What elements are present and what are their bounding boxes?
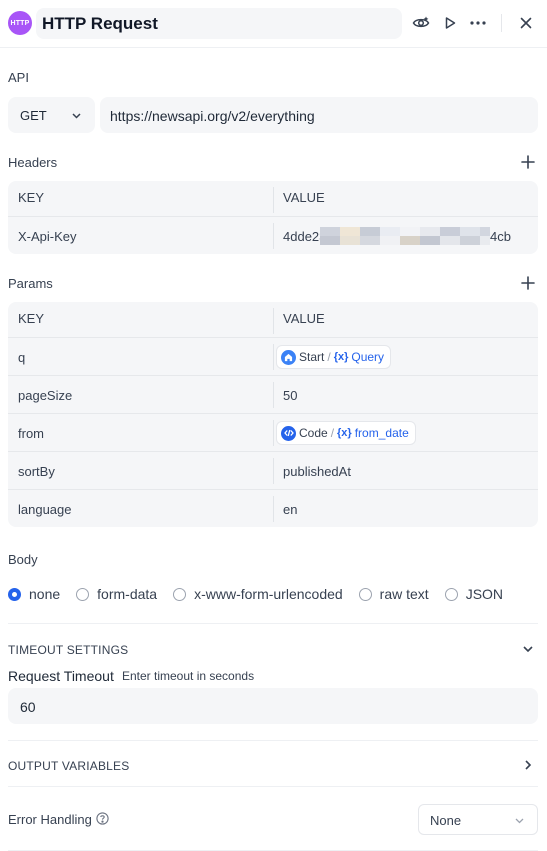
param-key-cell[interactable]: pageSize bbox=[18, 388, 72, 403]
radio-x-www-form-urlencoded[interactable]: x-www-form-urlencoded bbox=[173, 586, 343, 602]
node-title-field[interactable]: HTTP Request bbox=[36, 8, 402, 39]
params-table-head: KEY VALUE bbox=[8, 302, 538, 337]
column-divider bbox=[273, 420, 274, 446]
params-key-column: KEY bbox=[18, 311, 45, 326]
radio-none[interactable]: none bbox=[8, 586, 60, 602]
radio-unselected-icon bbox=[76, 587, 90, 601]
error-handling-label: Error Handling bbox=[8, 812, 92, 827]
radio-label: form-data bbox=[97, 586, 158, 602]
table-row: language en bbox=[8, 489, 538, 527]
radio-unselected-icon bbox=[173, 587, 187, 601]
table-row: pageSize 50 bbox=[8, 375, 538, 413]
chevron-right-icon[interactable] bbox=[519, 756, 537, 774]
masked-value-pixels bbox=[320, 225, 495, 245]
radio-json[interactable]: JSON bbox=[444, 586, 504, 602]
chip-separator: / bbox=[330, 426, 335, 440]
run-play-icon[interactable] bbox=[439, 12, 461, 34]
chip-variable-name: Query bbox=[351, 350, 385, 364]
add-header-plus-icon[interactable] bbox=[519, 153, 537, 171]
column-divider bbox=[273, 458, 274, 484]
radio-label: none bbox=[29, 586, 61, 602]
table-row: from Code / {x} from_date bbox=[8, 413, 538, 451]
timeout-input[interactable]: 60 bbox=[8, 688, 538, 724]
variable-reference-chip[interactable]: Start / {x} Query bbox=[276, 345, 392, 369]
variable-icon: {x} bbox=[337, 427, 352, 439]
headers-table: KEY VALUE X-Api-Key 4dde23 4cb bbox=[8, 181, 538, 254]
param-key-cell[interactable]: q bbox=[18, 350, 25, 365]
section-divider bbox=[8, 740, 538, 741]
body-label: Body bbox=[8, 552, 38, 567]
column-divider bbox=[273, 187, 274, 213]
radio-raw-text[interactable]: raw text bbox=[358, 586, 429, 602]
radio-unselected-icon bbox=[444, 587, 458, 601]
section-divider bbox=[8, 623, 538, 624]
close-icon[interactable] bbox=[515, 12, 537, 34]
param-value-cell[interactable]: en bbox=[283, 502, 297, 517]
node-header: HTTP HTTP Request bbox=[0, 0, 547, 48]
radio-unselected-icon bbox=[358, 587, 372, 601]
header-value-suffix: 4cb bbox=[490, 229, 511, 244]
column-divider bbox=[273, 223, 274, 249]
add-param-plus-icon[interactable] bbox=[519, 274, 537, 292]
param-key-cell[interactable]: from bbox=[18, 426, 44, 441]
variable-icon: {x} bbox=[333, 351, 349, 363]
output-variables-label[interactable]: OUTPUT VARIABLES bbox=[8, 759, 129, 773]
table-row: X-Api-Key 4dde23 4cb bbox=[8, 216, 538, 254]
param-key-cell[interactable]: language bbox=[18, 502, 72, 517]
column-divider bbox=[273, 382, 274, 408]
timeout-settings-label[interactable]: TIMEOUT SETTINGS bbox=[8, 643, 128, 657]
radio-form-data[interactable]: form-data bbox=[76, 586, 157, 602]
http-node-icon: HTTP bbox=[8, 11, 32, 35]
body-type-radio-group: none form-data x-www-form-urlencoded raw… bbox=[8, 585, 519, 603]
column-divider bbox=[273, 496, 274, 522]
node-title: HTTP Request bbox=[42, 14, 158, 33]
header-key-cell[interactable]: X-Api-Key bbox=[18, 229, 77, 244]
headers-table-head: KEY VALUE bbox=[8, 181, 538, 216]
chip-variable-name: from_date bbox=[354, 426, 409, 440]
chip-node-name: Code bbox=[299, 426, 328, 440]
param-key-cell[interactable]: sortBy bbox=[18, 464, 55, 479]
radio-label: x-www-form-urlencoded bbox=[194, 586, 343, 602]
headers-label: Headers bbox=[8, 155, 58, 170]
param-value-cell[interactable]: 50 bbox=[283, 388, 297, 403]
chip-node-name: Start bbox=[299, 350, 325, 364]
start-home-icon bbox=[281, 349, 296, 365]
radio-selected-icon bbox=[8, 587, 21, 601]
column-divider bbox=[273, 308, 274, 334]
section-divider bbox=[8, 786, 538, 787]
table-row: sortBy publishedAt bbox=[8, 451, 538, 489]
method-select[interactable]: GET bbox=[8, 97, 95, 133]
variable-reference-chip[interactable]: Code / {x} from_date bbox=[276, 421, 416, 445]
header-divider bbox=[501, 14, 502, 32]
preview-eye-icon[interactable] bbox=[410, 12, 432, 34]
error-handling-select[interactable]: None bbox=[418, 804, 538, 835]
chevron-down-icon bbox=[71, 109, 82, 124]
url-input[interactable]: https://newsapi.org/v2/everything bbox=[100, 97, 538, 133]
chevron-down-icon bbox=[514, 814, 525, 829]
help-question-icon[interactable] bbox=[96, 812, 109, 828]
request-timeout-label: Request Timeout bbox=[8, 668, 114, 684]
column-divider bbox=[273, 344, 274, 370]
radio-label: JSON bbox=[465, 586, 504, 602]
url-value: https://newsapi.org/v2/everything bbox=[110, 108, 315, 124]
timeout-value: 60 bbox=[20, 699, 36, 715]
code-icon bbox=[281, 425, 296, 441]
params-value-column: VALUE bbox=[283, 311, 325, 326]
chip-separator: / bbox=[327, 350, 331, 364]
chevron-down-icon[interactable] bbox=[519, 640, 537, 658]
headers-value-column: VALUE bbox=[283, 190, 325, 205]
params-label: Params bbox=[8, 276, 53, 291]
params-table: KEY VALUE q Start / {x} Query pageSize 5… bbox=[8, 302, 538, 527]
table-row: q Start / {x} Query bbox=[8, 337, 538, 375]
method-value: GET bbox=[20, 108, 47, 123]
api-label: API bbox=[8, 70, 29, 85]
timeout-hint: Enter timeout in seconds bbox=[122, 669, 255, 683]
error-handling-value: None bbox=[430, 813, 462, 828]
headers-key-column: KEY bbox=[18, 190, 45, 205]
more-options-icon[interactable] bbox=[467, 12, 489, 34]
radio-label: raw text bbox=[379, 586, 429, 602]
param-value-cell[interactable]: publishedAt bbox=[283, 464, 351, 479]
